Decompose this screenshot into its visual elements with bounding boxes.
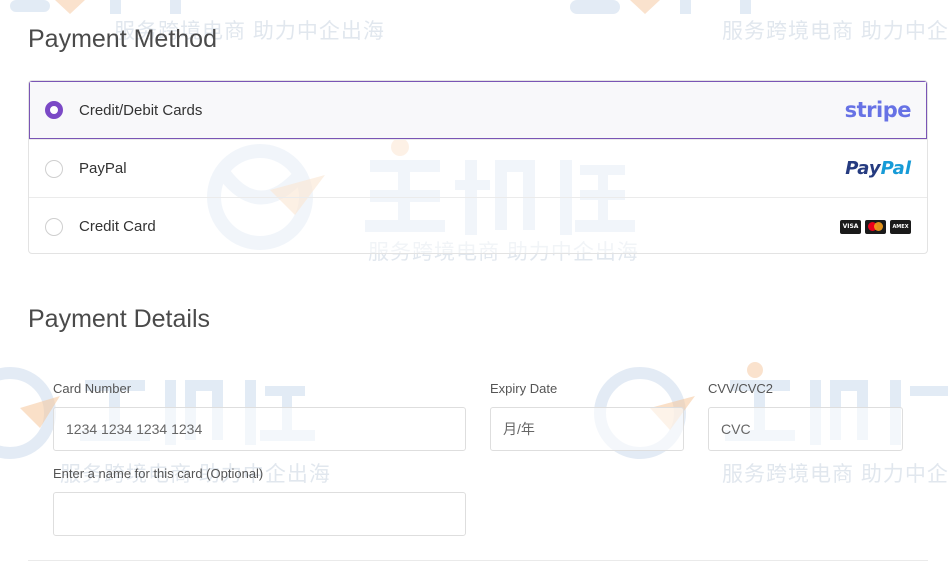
payment-method-title: Payment Method bbox=[28, 25, 217, 53]
card-number-label: Card Number bbox=[53, 381, 132, 396]
payment-option-credit-card[interactable]: Credit Card VISA AMEX bbox=[29, 197, 927, 253]
card-name-label: Enter a name for this card (Optional) bbox=[53, 466, 264, 481]
mastercard-icon bbox=[865, 219, 886, 234]
payment-details-title: Payment Details bbox=[28, 305, 211, 333]
stripe-logo-icon: stripe bbox=[844, 98, 912, 122]
card-brands-logo: VISA AMEX bbox=[840, 219, 911, 234]
payment-option-label: PayPal bbox=[79, 160, 127, 177]
visa-icon: VISA bbox=[840, 219, 861, 234]
radio-unselected-icon[interactable] bbox=[45, 159, 63, 178]
cvv-input[interactable] bbox=[708, 407, 903, 451]
payment-option-label: Credit Card bbox=[79, 218, 156, 235]
cvv-label: CVV/CVC2 bbox=[708, 381, 774, 396]
radio-selected-icon[interactable] bbox=[45, 101, 63, 119]
payment-option-credit-debit-cards[interactable]: Credit/Debit Cards stripe bbox=[29, 81, 927, 139]
payment-option-label: Credit/Debit Cards bbox=[79, 101, 203, 119]
card-number-input[interactable] bbox=[53, 407, 466, 451]
radio-unselected-icon[interactable] bbox=[45, 217, 63, 236]
payment-method-list: Credit/Debit Cards stripe PayPal PayPal … bbox=[28, 80, 928, 254]
card-name-input[interactable] bbox=[53, 492, 466, 536]
paypal-logo-icon: PayPal bbox=[845, 158, 911, 179]
expiry-date-label: Expiry Date bbox=[490, 381, 558, 396]
expiry-date-input[interactable] bbox=[490, 407, 684, 451]
section-divider bbox=[28, 560, 928, 561]
payment-option-paypal[interactable]: PayPal PayPal bbox=[29, 139, 927, 197]
amex-icon: AMEX bbox=[890, 219, 911, 234]
